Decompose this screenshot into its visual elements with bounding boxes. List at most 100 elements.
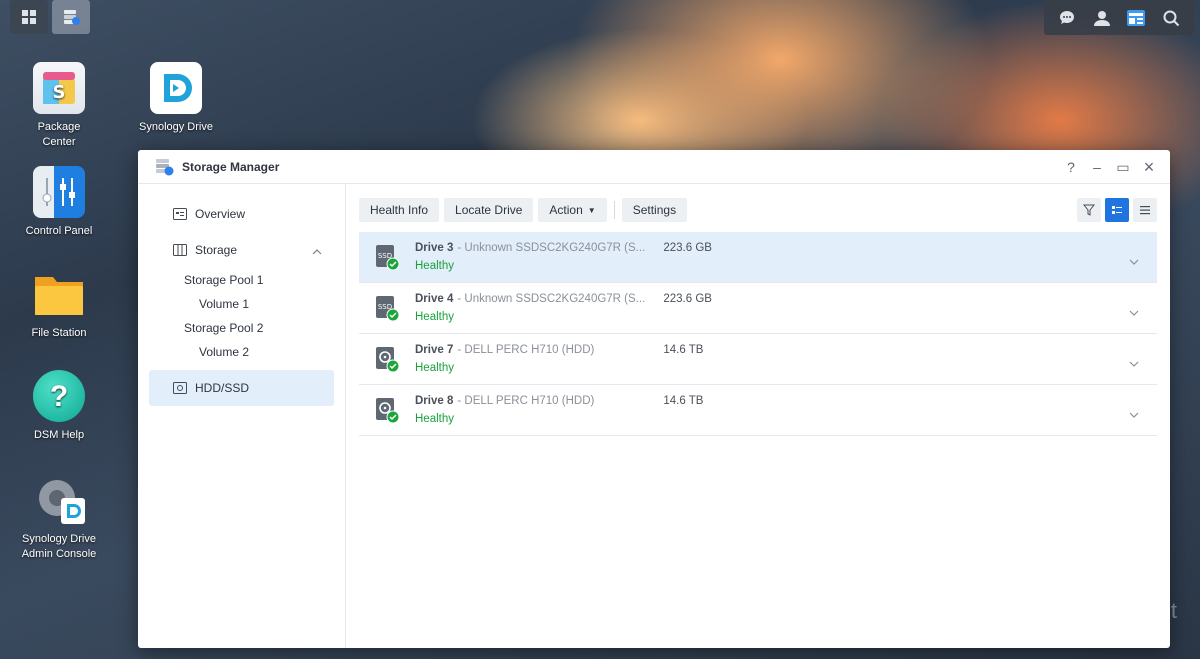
drive-line: Drive 4 - Unknown SSDSC2KG240G7R (S... 2… — [415, 293, 712, 305]
desktop-icon-drive-admin-console[interactable]: Synology Drive Admin Console — [9, 474, 109, 562]
minimize-button[interactable]: – — [1086, 156, 1108, 178]
sidebar: Overview Storage Storage Pool 1 Volume 1… — [138, 184, 346, 648]
drive-size: 14.6 TB — [663, 344, 704, 356]
ssd-icon: SSD — [375, 244, 400, 271]
sidebar-item-hdd-ssd[interactable]: HDD/SSD — [149, 370, 334, 406]
compact-view-button[interactable] — [1133, 198, 1157, 222]
desktop-icon-label: Synology Drive — [22, 533, 96, 545]
table-row[interactable]: SSD Drive 4 - Unknown SSDSC2KG240G7R (S.… — [359, 283, 1157, 334]
storage-icon — [173, 243, 187, 257]
chevron-down-icon[interactable] — [1129, 354, 1139, 372]
sidebar-item-label: Overview — [195, 207, 246, 221]
toolbar-divider — [613, 201, 615, 219]
drive-status: Healthy — [415, 311, 454, 323]
table-row[interactable]: SSD Drive 3 - Unknown SSDSC2KG240G7R (S.… — [359, 232, 1157, 283]
sidebar-item-label: Storage — [195, 243, 238, 257]
caret-down-icon: ▼ — [587, 205, 596, 215]
window-titlebar[interactable]: Storage Manager ? – ▭ × — [138, 150, 1170, 184]
ssd-icon: SSD — [375, 295, 400, 322]
drive-model: - Unknown SSDSC2KG240G7R (S... — [457, 242, 646, 254]
close-button[interactable]: × — [1138, 156, 1160, 178]
desktop-icon-synology-drive[interactable]: Synology Drive — [126, 62, 226, 135]
desktop-icon-label: Control Panel — [25, 225, 93, 237]
settings-button[interactable]: Settings — [621, 198, 688, 222]
desktop-icon-control-panel[interactable]: Control Panel — [9, 166, 109, 239]
chat-icon[interactable] — [1056, 7, 1078, 29]
drive-name: Drive 8 — [415, 395, 454, 407]
svg-text:S: S — [53, 82, 66, 103]
storage-manager-window: Storage Manager ? – ▭ × Overview Storage… — [138, 150, 1170, 648]
widgets-icon[interactable] — [1125, 7, 1147, 29]
desktop-icon-label: Admin Console — [21, 548, 97, 560]
folder-icon — [33, 268, 85, 320]
drive-name: Drive 4 — [415, 293, 454, 305]
desktop-icon-label: Synology Drive — [139, 121, 213, 133]
sidebar-item-label: HDD/SSD — [195, 381, 250, 395]
drive-line: Drive 3 - Unknown SSDSC2KG240G7R (S... 2… — [415, 242, 712, 254]
maximize-button[interactable]: ▭ — [1112, 156, 1134, 178]
drive-admin-console-icon — [33, 474, 85, 526]
storage-manager-icon — [64, 10, 80, 25]
drive-text: Drive 4 - Unknown SSDSC2KG240G7R (S... 2… — [415, 293, 712, 323]
drive-size: 223.6 GB — [663, 242, 712, 254]
main-menu-button[interactable] — [10, 0, 48, 34]
overview-icon — [173, 207, 187, 221]
hdd-icon — [375, 397, 400, 424]
control-panel-icon — [33, 166, 85, 218]
drive-size: 14.6 TB — [663, 395, 704, 407]
drive-name: Drive 7 — [415, 344, 454, 356]
desktop-icon-package-center[interactable]: S Package Center — [9, 62, 109, 150]
main-content: Health Info Locate Drive Action ▼ Settin… — [347, 184, 1170, 648]
sidebar-item-storage-pool-2[interactable]: Storage Pool 2 — [138, 316, 345, 340]
help-icon: ? — [33, 370, 85, 422]
window-title: Storage Manager — [182, 159, 280, 174]
desktop-icon-label: Package — [37, 121, 81, 133]
storage-manager-icon — [156, 158, 174, 175]
view-controls — [1077, 198, 1157, 222]
desktop-icon-dsm-help[interactable]: ? DSM Help — [9, 370, 109, 443]
desktop-icon-label: File Station — [31, 327, 87, 339]
chevron-up-icon[interactable] — [312, 244, 322, 258]
menu-icon — [1140, 206, 1150, 215]
package-center-icon: S — [33, 62, 85, 114]
synology-drive-icon — [150, 62, 202, 114]
sidebar-item-overview[interactable]: Overview — [149, 196, 334, 232]
user-icon[interactable] — [1091, 7, 1113, 29]
desktop-icon-label: Center — [42, 136, 76, 148]
drive-size: 223.6 GB — [663, 293, 712, 305]
drive-line: Drive 7 - DELL PERC H710 (HDD) 14.6 TB — [415, 344, 703, 356]
sidebar-item-storage[interactable]: Storage — [149, 232, 334, 268]
action-button[interactable]: Action ▼ — [538, 198, 607, 222]
taskbar-storage-manager-button[interactable] — [52, 0, 90, 34]
drive-text: Drive 7 - DELL PERC H710 (HDD) 14.6 TB H… — [415, 344, 703, 374]
help-button[interactable]: ? — [1060, 156, 1082, 178]
sidebar-item-volume-1[interactable]: Volume 1 — [138, 292, 345, 316]
sidebar-item-storage-pool-1[interactable]: Storage Pool 1 — [138, 268, 345, 292]
chevron-down-icon[interactable] — [1129, 405, 1139, 423]
drive-status: Healthy — [415, 362, 454, 374]
chevron-down-icon[interactable] — [1129, 303, 1139, 321]
table-row[interactable]: Drive 8 - DELL PERC H710 (HDD) 14.6 TB H… — [359, 385, 1157, 436]
watermark: skelbiu.lt — [1082, 598, 1178, 623]
detail-list-icon — [1112, 206, 1122, 214]
drive-list: SSD Drive 3 - Unknown SSDSC2KG240G7R (S.… — [359, 232, 1157, 436]
sidebar-item-volume-2[interactable]: Volume 2 — [138, 340, 345, 364]
list-view-button[interactable] — [1105, 198, 1129, 222]
action-button-label: Action — [549, 203, 583, 217]
desktop-icon-label: DSM Help — [33, 429, 85, 441]
chevron-down-icon[interactable] — [1129, 252, 1139, 270]
drive-model: - DELL PERC H710 (HDD) — [457, 344, 595, 356]
desktop-icon-file-station[interactable]: File Station — [9, 268, 109, 341]
table-row[interactable]: Drive 7 - DELL PERC H710 (HDD) 14.6 TB H… — [359, 334, 1157, 385]
drive-line: Drive 8 - DELL PERC H710 (HDD) 14.6 TB — [415, 395, 703, 407]
drive-model: - DELL PERC H710 (HDD) — [457, 395, 595, 407]
search-icon[interactable] — [1160, 7, 1182, 29]
filter-button[interactable] — [1077, 198, 1101, 222]
hdd-icon — [173, 381, 187, 395]
health-info-button[interactable]: Health Info — [359, 198, 440, 222]
locate-drive-button[interactable]: Locate Drive — [444, 198, 534, 222]
drive-text: Drive 3 - Unknown SSDSC2KG240G7R (S... 2… — [415, 242, 712, 272]
toolbar: Health Info Locate Drive Action ▼ Settin… — [359, 198, 1157, 222]
drive-text: Drive 8 - DELL PERC H710 (HDD) 14.6 TB H… — [415, 395, 703, 425]
drive-name: Drive 3 — [415, 242, 454, 254]
